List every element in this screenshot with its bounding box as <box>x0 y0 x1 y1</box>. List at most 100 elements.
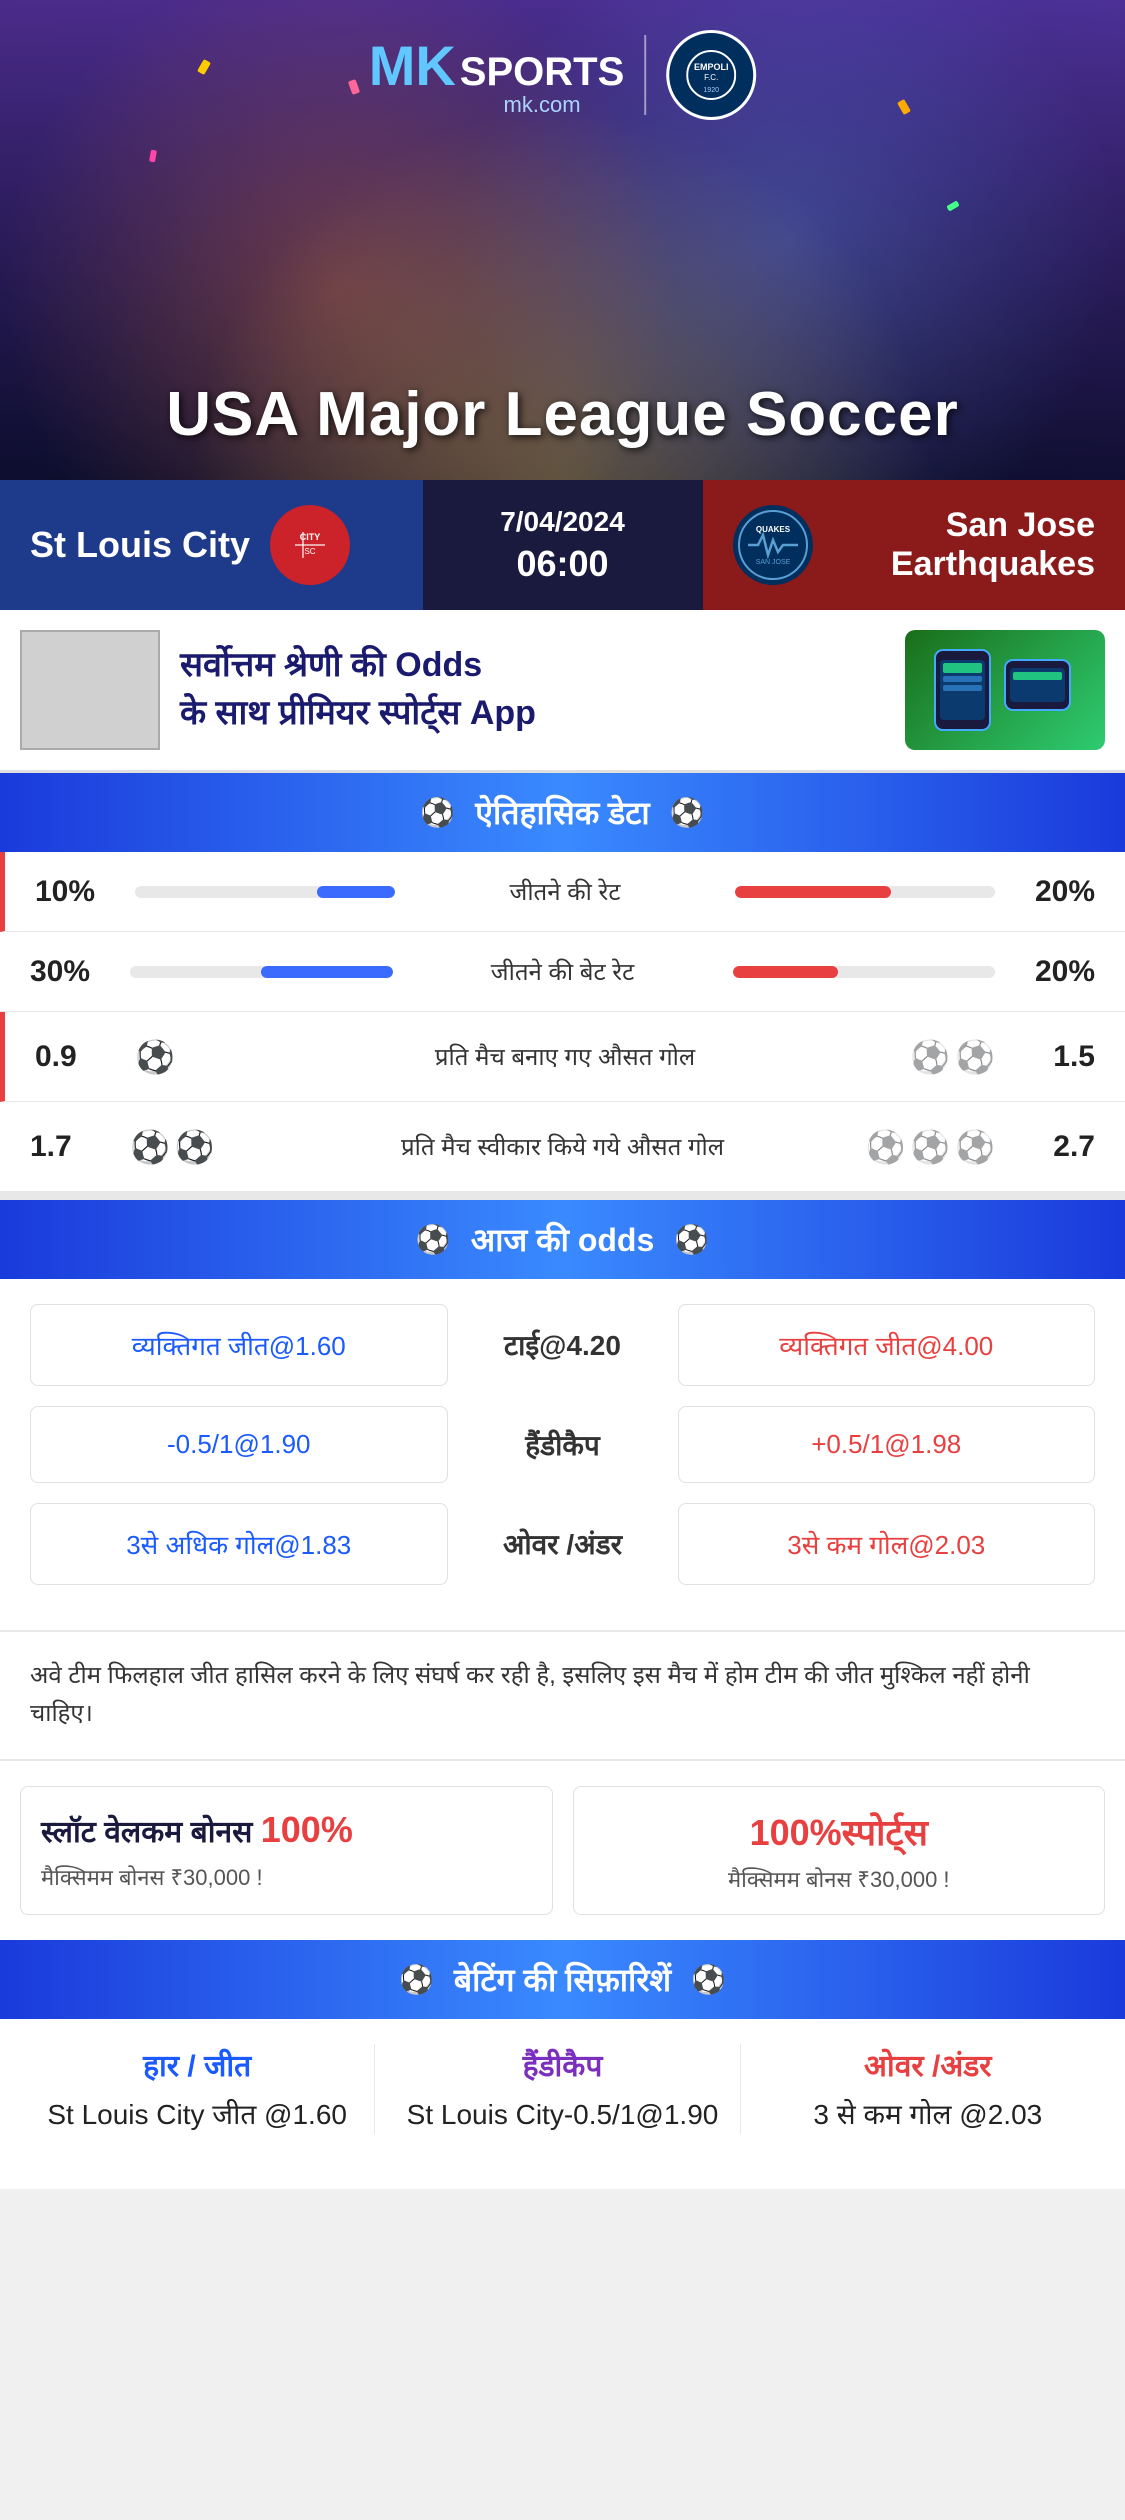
bet-reco-val-win: St Louis City जीत @1.60 <box>30 2095 364 2134</box>
stat-label-avg-scored: प्रति मैच बनाए गए औसत गोल <box>255 1040 875 1073</box>
svg-text:SC: SC <box>304 547 315 556</box>
team-right-name: San Jose Earthquakes <box>833 506 1096 584</box>
stats-table: 10% जीतने की रेट 20% 30% जीतने की बेट रे… <box>0 852 1125 1192</box>
stat-bar-fill-right-betrate <box>733 966 838 978</box>
team-right: QUAKES SAN JOSE San Jose Earthquakes <box>703 480 1125 610</box>
team-right-logo: QUAKES SAN JOSE <box>733 505 813 585</box>
hero-banner: MK SPORTS mk.com EMPOLI F.C. 1920 USA Ma… <box>0 0 1125 480</box>
stat-bar-left-winrate <box>135 886 395 898</box>
empoli-badge: EMPOLI F.C. 1920 <box>666 30 756 120</box>
bonus-slot-sub: मैक्सिमम बोनस ₹30,000 ! <box>41 1862 532 1892</box>
team-left-logo: CITY SC <box>270 505 350 585</box>
odds-btn-handicap-left[interactable]: -0.5/1@1.90 <box>30 1406 448 1483</box>
ball-icon-rc1: ⚽ <box>865 1128 905 1166</box>
odds-section-header: ⚽ आज की odds ⚽ <box>0 1200 1125 1279</box>
bonus-sports-title: 100%स्पोर्ट्स <box>594 1807 1085 1856</box>
ball-icon-rc3: ⚽ <box>955 1128 995 1166</box>
odds-row-1: व्यक्तिगत जीत@1.60 टाई@4.20 व्यक्तिगत जी… <box>30 1304 1095 1386</box>
odds-row-2: -0.5/1@1.90 हैंडीकैप +0.5/1@1.98 <box>30 1406 1095 1483</box>
note-text: अवे टीम फिलहाल जीत हासिल करने के लिए संघ… <box>30 1657 1095 1734</box>
odds-row-3: 3से अधिक गोल@1.83 ओवर /अंडर 3से कम गोल@2… <box>30 1503 1095 1585</box>
odds-btn-under-right[interactable]: 3से कम गोल@2.03 <box>678 1503 1096 1585</box>
stat-label-win-rate: जीतने की रेट <box>405 875 725 908</box>
bonus-section: स्लॉट वेलकम बोनस 100% मैक्सिमम बोनस ₹30,… <box>0 1759 1125 1940</box>
match-date: 7/04/2024 <box>500 506 625 538</box>
team-left: St Louis City CITY SC <box>0 480 423 610</box>
ad-placeholder-image <box>20 630 160 750</box>
bet-reco-col-handicap: हैंडीकैप St Louis City-0.5/1@1.90 <box>385 2044 740 2134</box>
mk-logo-mk: MK <box>369 33 456 98</box>
bet-ball-left-icon: ⚽ <box>399 1963 434 1996</box>
avg-goals-scored-right: 1.5 <box>995 1040 1095 1074</box>
stat-row-avg-goals-scored: 0.9 ⚽ प्रति मैच बनाए गए औसत गोल ⚽ ⚽ 1.5 <box>0 1012 1125 1102</box>
odds-label-handicap: हैंडीकैप <box>463 1426 663 1464</box>
bet-reco-row: हार / जीत St Louis City जीत @1.60 हैंडीक… <box>0 2019 1125 2159</box>
ball-icon-c1: ⚽ <box>130 1128 170 1166</box>
bet-reco-type-ou: ओवर /अंडर <box>761 2044 1095 2085</box>
bonus-card-slot[interactable]: स्लॉट वेलकम बोनस 100% मैक्सिमम बोनस ₹30,… <box>20 1786 553 1915</box>
bet-reco-col-win: हार / जीत St Louis City जीत @1.60 <box>20 2044 375 2134</box>
bet-reco-type-win: हार / जीत <box>30 2044 364 2085</box>
bet-reco-type-handicap: हैंडीकैप <box>395 2044 729 2085</box>
avg-goals-conceded-left: 1.7 <box>30 1130 130 1164</box>
goal-icons-left-conceded: ⚽ ⚽ <box>130 1128 250 1166</box>
ball-icon-rc2: ⚽ <box>910 1128 950 1166</box>
match-bar: St Louis City CITY SC 7/04/2024 06:00 QU… <box>0 480 1125 610</box>
ad-app-mockup <box>905 630 1105 750</box>
team-left-name: St Louis City <box>30 524 250 566</box>
bet-reco-col-ou: ओवर /अंडर 3 से कम गोल @2.03 <box>751 2044 1105 2134</box>
bet-reco-val-handicap: St Louis City-0.5/1@1.90 <box>395 2095 729 2134</box>
svg-text:SAN JOSE: SAN JOSE <box>755 559 790 566</box>
bonus-slot-title: स्लॉट वेलकम बोनस 100% <box>41 1807 532 1854</box>
bet-reco-val-ou: 3 से कम गोल @2.03 <box>761 2095 1095 2134</box>
odds-section: व्यक्तिगत जीत@1.60 टाई@4.20 व्यक्तिगत जी… <box>0 1279 1125 1630</box>
ad-banner: सर्वोत्तम श्रेणी की Odds के साथ प्रीमियर… <box>0 610 1125 773</box>
odds-label-ou: ओवर /अंडर <box>463 1525 663 1563</box>
avg-goals-scored-left: 0.9 <box>35 1040 135 1074</box>
historical-section-header: ⚽ ऐतिहासिक डेटा ⚽ <box>0 773 1125 852</box>
odds-section-title: आज की odds <box>471 1218 655 1261</box>
stat-bar-right-betrate <box>733 966 996 978</box>
svg-text:F.C.: F.C. <box>704 73 718 82</box>
svg-text:QUAKES: QUAKES <box>755 525 790 534</box>
ball-icon-r2: ⚽ <box>955 1038 995 1076</box>
stat-bet-rate-left: 30% <box>30 955 130 989</box>
mk-logo-sports: SPORTS <box>460 52 624 92</box>
bet-ball-right-icon: ⚽ <box>691 1963 726 1996</box>
goal-icons-right-scored: ⚽ ⚽ <box>875 1038 995 1076</box>
stat-bar-left-betrate <box>130 966 393 978</box>
bonus-sports-sub: मैक्सिमम बोनस ₹30,000 ! <box>594 1864 1085 1894</box>
hero-title: USA Major League Soccer <box>0 379 1125 450</box>
goal-icons-right-conceded: ⚽ ⚽ ⚽ <box>875 1128 995 1166</box>
stat-row-bet-rate: 30% जीतने की बेट रेट 20% <box>0 932 1125 1012</box>
stat-bar-fill-right-winrate <box>735 886 891 898</box>
mk-logo-domain: mk.com <box>460 92 624 118</box>
odds-btn-win-left[interactable]: व्यक्तिगत जीत@1.60 <box>30 1304 448 1386</box>
goal-icons-left-scored: ⚽ <box>135 1038 255 1076</box>
ad-text: सर्वोत्तम श्रेणी की Odds के साथ प्रीमियर… <box>180 642 885 737</box>
stat-bar-fill-left-winrate <box>317 886 395 898</box>
odds-label-tie: टाई@4.20 <box>463 1326 663 1364</box>
match-center: 7/04/2024 06:00 <box>423 480 703 610</box>
mk-sports-logo: MK SPORTS mk.com EMPOLI F.C. 1920 <box>369 30 757 120</box>
svg-text:1920: 1920 <box>704 87 720 94</box>
ball-icon-1: ⚽ <box>135 1038 175 1076</box>
odds-ball-left-icon: ⚽ <box>416 1223 451 1256</box>
stat-bar-right-winrate <box>735 886 995 898</box>
stat-win-rate-left: 10% <box>35 875 135 909</box>
stat-label-bet-rate: जीतने की बेट रेट <box>403 955 723 988</box>
note-section: अवे टीम फिलहाल जीत हासिल करने के लिए संघ… <box>0 1630 1125 1759</box>
bet-reco-section: हार / जीत St Louis City जीत @1.60 हैंडीक… <box>0 2019 1125 2189</box>
odds-btn-over-left[interactable]: 3से अधिक गोल@1.83 <box>30 1503 448 1585</box>
stat-bet-rate-right: 20% <box>995 955 1095 989</box>
odds-ball-right-icon: ⚽ <box>674 1223 709 1256</box>
stat-win-rate-right: 20% <box>995 875 1095 909</box>
odds-btn-handicap-right[interactable]: +0.5/1@1.98 <box>678 1406 1096 1483</box>
stat-row-avg-goals-conceded: 1.7 ⚽ ⚽ प्रति मैच स्वीकार किये गये औसत ग… <box>0 1102 1125 1192</box>
historical-section-title: ऐतिहासिक डेटा <box>475 791 649 834</box>
odds-btn-win-right[interactable]: व्यक्तिगत जीत@4.00 <box>678 1304 1096 1386</box>
bet-reco-section-header: ⚽ बेटिंग की सिफ़ारिशें ⚽ <box>0 1940 1125 2019</box>
bonus-card-sports[interactable]: 100%स्पोर्ट्स मैक्सिमम बोनस ₹30,000 ! <box>573 1786 1106 1915</box>
match-time: 06:00 <box>516 543 608 585</box>
soccer-ball-left-icon: ⚽ <box>420 796 455 829</box>
